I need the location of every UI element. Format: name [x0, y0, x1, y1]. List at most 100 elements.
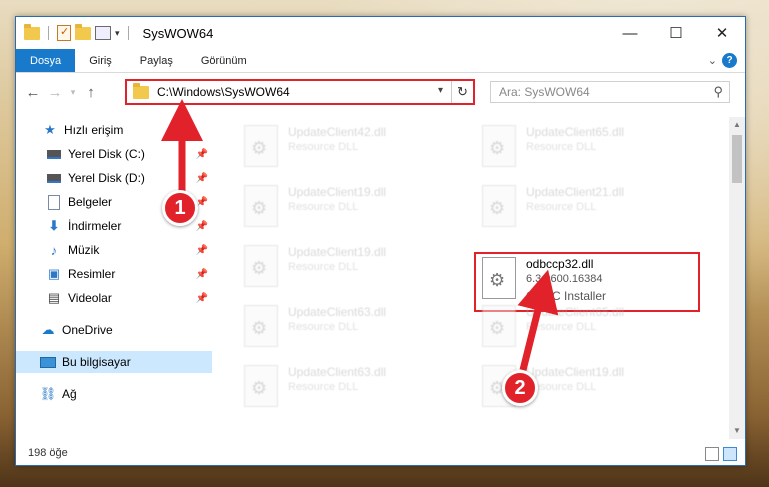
- sidebar-item-label: Yerel Disk (D:): [68, 171, 145, 185]
- tab-file[interactable]: Dosya: [16, 49, 76, 72]
- sidebar-item-disk-c[interactable]: Yerel Disk (C:) 📌: [16, 143, 212, 165]
- sidebar-item-label: Videolar: [68, 291, 112, 305]
- sidebar-item-label: Ağ: [62, 387, 77, 401]
- tab-home[interactable]: Giriş: [75, 49, 126, 72]
- file-description: Resource DLL: [288, 381, 359, 393]
- help-icon[interactable]: ?: [722, 53, 737, 68]
- file-description: Resource DLL: [526, 321, 597, 333]
- music-icon: ♪: [50, 242, 58, 258]
- file-item[interactable]: UpdateClient65.dll Resource DLL: [474, 121, 704, 177]
- file-description: Resource DLL: [288, 141, 359, 153]
- tab-share[interactable]: Paylaş: [126, 49, 187, 72]
- navigation-row: ← → ▾ ↑ C:\Windows\SysWOW64 ▾ ↻ Ara: Sys…: [16, 75, 745, 109]
- chevron-down-icon[interactable]: ▾: [438, 85, 443, 96]
- drive-icon: [46, 146, 62, 162]
- back-button[interactable]: ←: [22, 84, 44, 101]
- new-folder-icon[interactable]: [75, 23, 91, 40]
- file-item[interactable]: UpdateClient65.dll Resource DLL: [474, 301, 704, 357]
- sidebar-item-videos[interactable]: ▤ Videolar 📌: [16, 287, 212, 309]
- pin-icon[interactable]: 📌: [196, 245, 208, 256]
- search-placeholder: Ara: SysWOW64: [499, 85, 590, 99]
- search-input[interactable]: Ara: SysWOW64 ⚲: [490, 81, 730, 103]
- status-bar: 198 öğe: [16, 441, 745, 465]
- ribbon-expand-icon[interactable]: ⌄: [708, 54, 717, 67]
- sidebar-item-label: OneDrive: [62, 323, 113, 337]
- file-item[interactable]: UpdateClient42.dll Resource DLL: [236, 121, 466, 177]
- file-name: UpdateClient63.dll: [288, 365, 387, 379]
- chevron-down-icon[interactable]: ▾: [115, 28, 120, 39]
- scroll-up-icon[interactable]: ▲: [729, 117, 745, 133]
- sidebar-item-label: Resimler: [68, 267, 116, 281]
- file-name: UpdateClient19.dll: [526, 365, 625, 379]
- tab-view[interactable]: Görünüm: [187, 49, 261, 72]
- sidebar-item-music[interactable]: ♪ Müzik 📌: [16, 239, 212, 261]
- file-item[interactable]: UpdateClient21.dll Resource DLL: [474, 181, 704, 237]
- close-button[interactable]: ✕: [699, 17, 745, 49]
- pin-icon[interactable]: 📌: [196, 221, 208, 232]
- videos-icon: ▤: [47, 290, 61, 305]
- sidebar-item-onedrive[interactable]: ☁ OneDrive: [16, 319, 212, 341]
- pin-icon[interactable]: 📌: [196, 173, 208, 184]
- file-name: UpdateClient63.dll: [288, 305, 387, 319]
- sidebar-item-label: Müzik: [68, 243, 100, 257]
- file-name: UpdateClient21.dll: [526, 185, 625, 199]
- navigation-pane: ★ Hızlı erişim Yerel Disk (C:) 📌 Yerel D…: [16, 117, 212, 439]
- sidebar-item-label: Hızlı erişim: [64, 123, 124, 137]
- sidebar-item-quick-access[interactable]: ★ Hızlı erişim: [16, 119, 212, 141]
- details-view-icon[interactable]: [705, 447, 719, 461]
- window-title: SysWOW64: [142, 25, 214, 41]
- up-button[interactable]: ↑: [80, 84, 102, 101]
- quick-access-toolbar: ▾: [24, 23, 133, 41]
- sidebar-item-label: Bu bilgisayar: [62, 355, 131, 369]
- folder-icon: [133, 82, 149, 99]
- onedrive-icon: ☁: [41, 322, 55, 337]
- step-callout-2: 2: [502, 370, 538, 406]
- maximize-button[interactable]: ☐: [653, 17, 699, 49]
- pin-icon[interactable]: 📌: [196, 293, 208, 304]
- vertical-scrollbar[interactable]: ▲ ▼: [729, 117, 745, 439]
- star-icon: ★: [44, 122, 56, 137]
- scroll-down-icon[interactable]: ▼: [729, 423, 745, 439]
- file-description: Resource DLL: [526, 141, 597, 153]
- refresh-button[interactable]: ↻: [451, 81, 473, 103]
- file-name: UpdateClient19.dll: [288, 185, 387, 199]
- sidebar-item-pictures[interactable]: ▣ Resimler 📌: [16, 263, 212, 285]
- separator: [48, 26, 49, 40]
- folder-icon: [24, 23, 40, 40]
- sidebar-item-this-pc[interactable]: Bu bilgisayar: [16, 351, 212, 373]
- large-icons-view-icon[interactable]: [723, 447, 737, 461]
- file-item[interactable]: UpdateClient19.dll Resource DLL: [236, 241, 466, 297]
- sidebar-item-network[interactable]: ⛓ Ağ: [16, 383, 212, 405]
- file-description: Resource DLL: [526, 201, 597, 213]
- file-item[interactable]: UpdateClient19.dll Resource DLL: [236, 181, 466, 237]
- pin-icon[interactable]: 📌: [196, 269, 208, 280]
- address-bar[interactable]: C:\Windows\SysWOW64 ▾ ↻: [125, 79, 475, 105]
- file-item[interactable]: UpdateClient63.dll Resource DLL: [236, 301, 466, 357]
- sidebar-item-label: Belgeler: [68, 195, 113, 209]
- dll-file-icon: [482, 185, 516, 227]
- sidebar-item-disk-d[interactable]: Yerel Disk (D:) 📌: [16, 167, 212, 189]
- customize-icon[interactable]: [95, 26, 111, 40]
- minimize-button[interactable]: —: [607, 17, 653, 49]
- dll-file-icon: [482, 305, 516, 347]
- item-count: 198 öğe: [28, 447, 68, 459]
- recent-dropdown-icon[interactable]: ▾: [66, 87, 80, 98]
- properties-check-icon[interactable]: [57, 25, 71, 41]
- ribbon-tabs: Dosya Giriş Paylaş Görünüm ⌄ ?: [16, 49, 745, 73]
- dll-file-icon: [244, 305, 278, 347]
- scroll-thumb[interactable]: [732, 135, 742, 183]
- pin-icon[interactable]: 📌: [196, 149, 208, 160]
- file-description: Resource DLL: [288, 261, 359, 273]
- pictures-icon: ▣: [47, 266, 61, 281]
- file-list: UpdateClient42.dll Resource DLL UpdateCl…: [212, 117, 728, 439]
- search-icon[interactable]: ⚲: [713, 84, 723, 100]
- address-path[interactable]: C:\Windows\SysWOW64: [157, 85, 290, 99]
- file-name: UpdateClient19.dll: [288, 245, 387, 259]
- file-item[interactable]: UpdateClient63.dll Resource DLL: [236, 361, 466, 417]
- view-buttons: [705, 447, 737, 461]
- sidebar-item-label: İndirmeler: [68, 219, 122, 233]
- file-description: Resource DLL: [288, 321, 359, 333]
- download-icon: ⬇: [48, 218, 60, 233]
- file-name: UpdateClient42.dll: [288, 125, 387, 139]
- forward-button[interactable]: →: [44, 84, 66, 101]
